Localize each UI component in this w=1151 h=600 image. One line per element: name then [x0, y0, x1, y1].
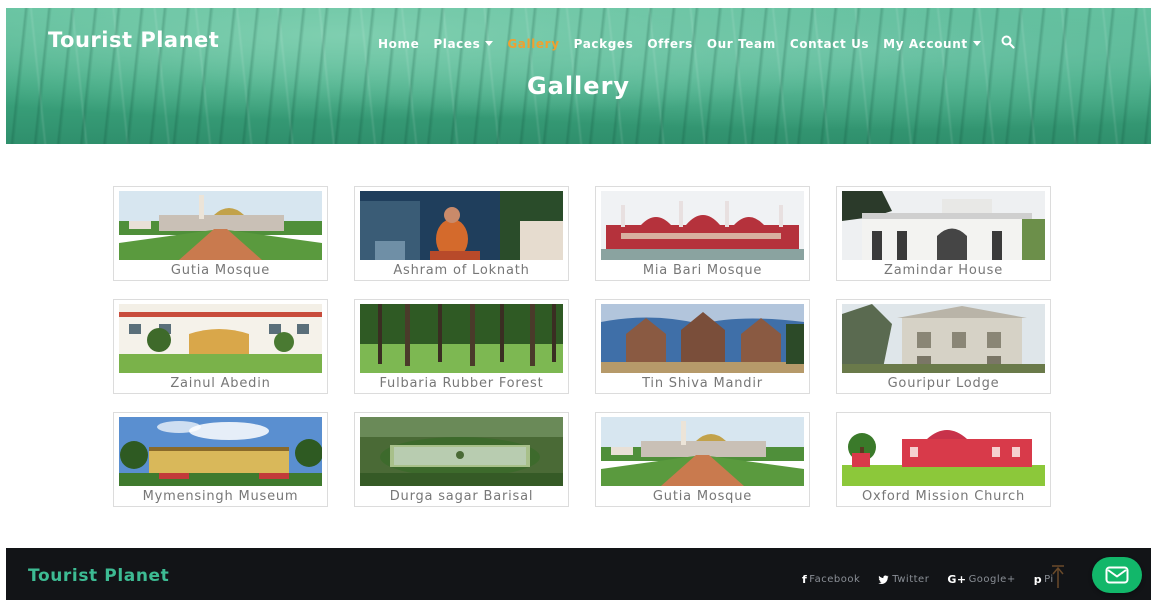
gallery-card[interactable]: Oxford Mission Church	[836, 412, 1051, 507]
gallery-image-fulbaria-rubber-forest[interactable]	[360, 304, 563, 373]
gallery-caption: Zainul Abedin	[170, 376, 271, 391]
twitter-label: Twitter	[892, 574, 930, 585]
page-title: Gallery	[526, 72, 631, 100]
search-icon[interactable]	[995, 34, 1015, 53]
gallery-card[interactable]: Durga sagar Barisal	[354, 412, 569, 507]
facebook-label: Facebook	[809, 574, 861, 585]
gallery-image-mia-bari-mosque[interactable]	[601, 191, 804, 260]
gallery-image-gutia-mosque[interactable]	[119, 191, 322, 260]
nav-packges[interactable]: Packges	[574, 37, 634, 51]
site-footer: Tourist Planet f Facebook Twitter G+ Goo…	[6, 548, 1151, 600]
facebook-icon: f	[802, 573, 808, 586]
nav-offers-label: Offers	[647, 36, 693, 51]
gallery-image-gutia-mosque[interactable]	[601, 417, 804, 486]
gallery-card[interactable]: Gouripur Lodge	[836, 299, 1051, 394]
nav-my-account[interactable]: My Account	[883, 37, 981, 51]
gallery-card[interactable]: Fulbaria Rubber Forest	[354, 299, 569, 394]
social-links: f Facebook Twitter G+ Google+ p Pi	[802, 573, 1072, 586]
gallery-card[interactable]: Ashram of Loknath	[354, 186, 569, 281]
gallery-card[interactable]: Mymensingh Museum	[113, 412, 328, 507]
gallery-card[interactable]: Zamindar House	[836, 186, 1051, 281]
gallery-image-zainul-abedin[interactable]	[119, 304, 322, 373]
gallery-card[interactable]: Gutia Mosque	[595, 412, 810, 507]
google-plus-label: Google+	[968, 574, 1016, 585]
site-logo[interactable]: Tourist Planet	[48, 28, 219, 52]
nav-home[interactable]: Home	[378, 37, 419, 51]
gallery-image-mymensingh-museum[interactable]	[119, 417, 322, 486]
nav-contact-us-label: Contact Us	[789, 36, 870, 51]
gallery-image-zamindar-house[interactable]	[842, 191, 1045, 260]
nav-places[interactable]: Places	[433, 36, 494, 51]
twitter-icon	[878, 575, 889, 584]
gallery-image-tin-shiva-mandir[interactable]	[601, 304, 804, 373]
gallery-card[interactable]: Tin Shiva Mandir	[595, 299, 810, 394]
nav-packges-label: Packges	[573, 36, 634, 51]
gallery-caption: Mia Bari Mosque	[642, 263, 763, 278]
caret-down-icon	[972, 41, 981, 46]
gallery-caption: Fulbaria Rubber Forest	[379, 376, 544, 391]
chat-mail-button[interactable]	[1092, 557, 1142, 593]
footer-logo[interactable]: Tourist Planet	[28, 566, 169, 586]
nav-offers[interactable]: Offers	[647, 37, 692, 51]
gallery-card[interactable]: Gutia Mosque	[113, 186, 328, 281]
gallery-caption: Durga sagar Barisal	[389, 489, 534, 504]
gallery-image-ashram-of-loknath[interactable]	[360, 191, 563, 260]
gallery-image-gouripur-lodge[interactable]	[842, 304, 1045, 373]
gallery-caption: Gutia Mosque	[652, 489, 753, 504]
caret-down-icon	[485, 41, 494, 46]
mail-icon	[1105, 566, 1129, 584]
gallery-image-durga-sagar-barisal[interactable]	[360, 417, 563, 486]
nav-places-label: Places	[433, 36, 481, 51]
gallery-caption: Gutia Mosque	[170, 263, 271, 278]
pinterest-icon: p	[1033, 573, 1043, 586]
gallery-caption: Tin Shiva Mandir	[642, 376, 763, 391]
hero-banner: Tourist Planet Home Places Gallery Packg…	[6, 8, 1151, 144]
gallery-card[interactable]: Mia Bari Mosque	[595, 186, 810, 281]
nav-contact-us[interactable]: Contact Us	[790, 37, 869, 51]
back-to-top-icon[interactable]	[1050, 564, 1066, 590]
nav-gallery[interactable]: Gallery	[507, 37, 559, 51]
gallery-caption: Mymensingh Museum	[142, 489, 299, 504]
gallery-caption: Zamindar House	[883, 263, 1004, 278]
google-plus-icon: G+	[947, 573, 967, 586]
gallery-card[interactable]: Zainul Abedin	[113, 299, 328, 394]
facebook-link[interactable]: f Facebook	[802, 573, 860, 586]
nav-home-label: Home	[378, 36, 420, 51]
gallery-image-oxford-mission-church[interactable]	[842, 417, 1045, 486]
main-nav: Home Places Gallery Packges Offers Our T…	[378, 34, 1015, 53]
twitter-link[interactable]: Twitter	[878, 574, 929, 585]
gallery-caption: Gouripur Lodge	[887, 376, 1000, 391]
gallery-caption: Ashram of Loknath	[393, 263, 530, 278]
nav-gallery-label: Gallery	[507, 36, 560, 51]
gallery-caption: Oxford Mission Church	[861, 489, 1026, 504]
nav-my-account-label: My Account	[883, 36, 968, 51]
google-plus-link[interactable]: G+ Google+	[947, 573, 1015, 586]
nav-our-team-label: Our Team	[706, 36, 776, 51]
gallery-grid: Gutia Mosque Ashram of Loknath Mia Bari …	[113, 186, 1051, 507]
nav-our-team[interactable]: Our Team	[707, 37, 776, 51]
